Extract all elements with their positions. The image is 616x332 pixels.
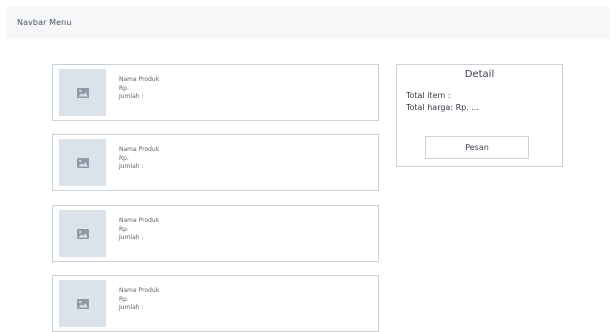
product-image-placeholder	[59, 69, 106, 116]
detail-title: Detail	[464, 69, 495, 80]
product-price: Rp.	[119, 225, 129, 233]
product-name: Nama Produk	[119, 217, 160, 224]
product-info: Nama Produk Rp. Jumlah :	[119, 76, 159, 102]
product-name: Nama Produk	[119, 146, 160, 153]
product-price: Rp.	[119, 84, 129, 92]
product-info: Nama Produk Rp. Jumlah :	[119, 217, 159, 243]
product-name: Nama Produk	[119, 76, 160, 83]
product-image-placeholder	[59, 210, 106, 257]
product-info: Nama Produk Rp. Jumlah :	[119, 287, 159, 313]
product-card[interactable]: Nama Produk Rp. Jumlah :	[52, 205, 379, 262]
image-placeholder-icon	[76, 228, 89, 239]
total-price-label: Total harga: Rp. ...	[406, 103, 479, 112]
product-name: Nama Produk	[119, 287, 160, 294]
navbar-menu-label[interactable]: Navbar Menu	[17, 18, 72, 27]
total-item-label: Total item :	[406, 91, 451, 100]
product-quantity: Jumlah :	[119, 93, 144, 100]
image-placeholder-icon	[76, 157, 89, 168]
product-quantity: Jumlah :	[119, 163, 144, 170]
product-price: Rp.	[119, 295, 129, 303]
product-price: Rp.	[119, 154, 129, 162]
product-card[interactable]: Nama Produk Rp. Jumlah :	[52, 64, 379, 121]
order-button[interactable]: Pesan	[425, 136, 529, 159]
product-info: Nama Produk Rp. Jumlah :	[119, 146, 159, 172]
product-image-placeholder	[59, 139, 106, 186]
product-card[interactable]: Nama Produk Rp. Jumlah :	[52, 134, 379, 191]
product-image-placeholder	[59, 280, 106, 327]
order-detail-panel: Detail Total item : Total harga: Rp. ...…	[396, 64, 563, 167]
image-placeholder-icon	[76, 87, 89, 98]
product-quantity: Jumlah :	[119, 304, 144, 311]
product-card[interactable]: Nama Produk Rp. Jumlah :	[52, 275, 379, 332]
navbar: Navbar Menu	[6, 6, 610, 38]
product-quantity: Jumlah :	[119, 234, 144, 241]
image-placeholder-icon	[76, 298, 89, 309]
